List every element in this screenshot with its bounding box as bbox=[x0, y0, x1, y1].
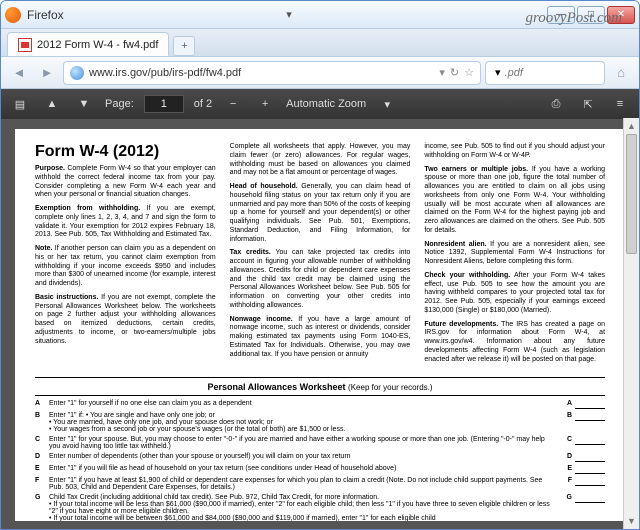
page-total: of 2 bbox=[194, 98, 212, 110]
pdf-page: Form W-4 (2012) Purpose. Complete Form W… bbox=[15, 129, 625, 521]
zoom-out-button[interactable]: − bbox=[222, 93, 244, 115]
pdf-viewport[interactable]: Form W-4 (2012) Purpose. Complete Form W… bbox=[1, 119, 639, 530]
page-label: Page: bbox=[105, 98, 134, 110]
new-tab-button[interactable]: + bbox=[173, 36, 195, 56]
watermark: groovyPost.com bbox=[525, 10, 622, 27]
vertical-scrollbar[interactable]: ▲ ▼ bbox=[623, 118, 639, 529]
home-button[interactable]: ⌂ bbox=[609, 61, 633, 85]
tab-label: 2012 Form W-4 - fw4.pdf bbox=[37, 39, 158, 51]
sidebar-toggle-button[interactable]: ▤ bbox=[9, 93, 31, 115]
globe-icon bbox=[70, 66, 84, 80]
url-input[interactable] bbox=[89, 67, 434, 79]
url-bar[interactable]: ▾ ↻ ☆ bbox=[63, 61, 481, 85]
zoom-dropdown[interactable]: ▾ bbox=[376, 93, 398, 115]
zoom-mode[interactable]: Automatic Zoom bbox=[286, 98, 366, 110]
browser-tab[interactable]: 2012 Form W-4 - fw4.pdf bbox=[7, 32, 169, 56]
back-button[interactable]: ◄ bbox=[7, 61, 31, 85]
reload-button[interactable]: ↻ bbox=[450, 66, 459, 79]
worksheet-title: Personal Allowances Worksheet bbox=[207, 382, 345, 392]
open-file-button[interactable]: ⇱ bbox=[577, 93, 599, 115]
tools-button[interactable]: ≡ bbox=[609, 93, 631, 115]
scroll-down-arrow[interactable]: ▼ bbox=[624, 513, 639, 529]
search-engine-dropdown[interactable]: ▾ bbox=[495, 66, 501, 79]
forward-button[interactable]: ► bbox=[35, 61, 59, 85]
pdf-icon bbox=[18, 38, 32, 52]
page-number-input[interactable] bbox=[144, 95, 184, 113]
firefox-icon bbox=[5, 7, 21, 23]
print-button[interactable]: ⎙ bbox=[545, 93, 567, 115]
scroll-thumb[interactable] bbox=[626, 134, 637, 254]
page-down-button[interactable]: ▼ bbox=[73, 93, 95, 115]
zoom-in-button[interactable]: + bbox=[254, 93, 276, 115]
bookmark-button[interactable]: ☆ bbox=[464, 66, 474, 79]
scroll-up-arrow[interactable]: ▲ bbox=[624, 118, 639, 134]
page-up-button[interactable]: ▲ bbox=[41, 93, 63, 115]
firefox-menu-dropdown[interactable]: ▾ bbox=[286, 8, 292, 21]
search-bar[interactable]: ▾ 🔍 bbox=[485, 61, 605, 85]
pdf-toolbar: ▤ ▲ ▼ Page: of 2 − + Automatic Zoom ▾ ⎙ … bbox=[1, 89, 639, 119]
form-title: Form W-4 (2012) bbox=[35, 143, 216, 161]
dropdown-icon[interactable]: ▾ bbox=[439, 66, 445, 79]
app-name: Firefox bbox=[27, 8, 282, 22]
